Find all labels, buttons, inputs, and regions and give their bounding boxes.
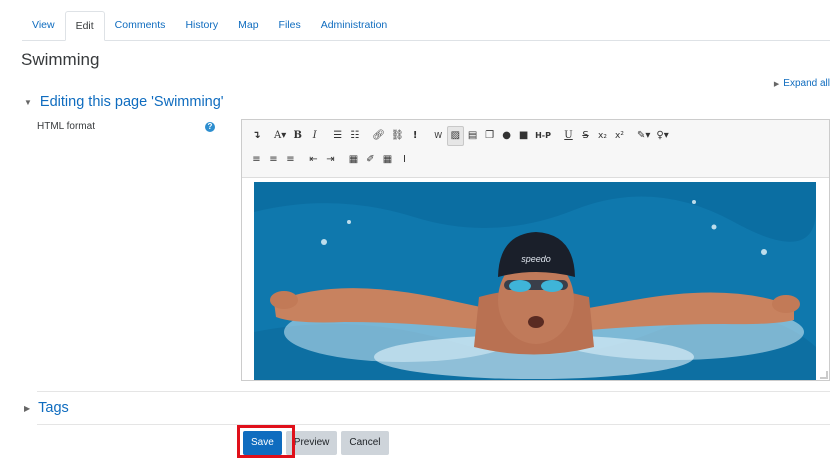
caret-down-icon: ▼ xyxy=(24,97,32,107)
record-video-icon[interactable]: ■ xyxy=(515,126,532,146)
image-icon[interactable]: ▨ xyxy=(446,126,465,146)
clear-formatting-icon[interactable]: I xyxy=(396,150,413,170)
lightbulb-icon[interactable]: ♀▾ xyxy=(653,126,671,146)
align-center-icon[interactable]: ≡ xyxy=(265,150,282,170)
cancel-button[interactable]: Cancel xyxy=(341,431,389,455)
divider xyxy=(37,424,830,425)
tab-view[interactable]: View xyxy=(22,11,65,40)
edit-icon[interactable]: ✐ xyxy=(362,150,379,170)
html-editor: ↴ A▾ B I ☰ ☷ 🔗︎ ⛓︎ ! W ▨ ▤ ❐ ● ■ H-P U S… xyxy=(241,119,830,381)
word-import-icon[interactable]: W xyxy=(430,126,447,146)
link-icon[interactable]: 🔗︎ xyxy=(369,126,388,146)
table-icon[interactable]: ▦ xyxy=(379,150,396,170)
strikethrough-icon[interactable]: S xyxy=(577,126,594,146)
toolbar-row-1: ↴ A▾ B I ☰ ☷ 🔗︎ ⛓︎ ! W ▨ ▤ ❐ ● ■ H-P U S… xyxy=(248,124,823,148)
record-audio-icon[interactable]: ● xyxy=(498,126,515,146)
secondary-navigation-tabs: View Edit Comments History Map Files Adm… xyxy=(22,11,830,41)
superscript-icon[interactable]: x² xyxy=(611,126,628,146)
font-color-icon[interactable]: A▾ xyxy=(271,126,289,146)
caret-right-icon: ▶ xyxy=(24,403,31,413)
tab-administration[interactable]: Administration xyxy=(311,11,398,40)
editor-toolbar: ↴ A▾ B I ☰ ☷ 🔗︎ ⛓︎ ! W ▨ ▤ ❐ ● ■ H-P U S… xyxy=(242,120,829,178)
tab-files[interactable]: Files xyxy=(269,11,311,40)
indent-icon[interactable]: ⇥ xyxy=(322,150,339,170)
toolbar-row-2: ≡ ≡ ≡ ⇤ ⇥ ▦ ✐ ▦ I xyxy=(248,148,823,172)
emoji-icon[interactable]: ! xyxy=(407,126,424,146)
brush-icon[interactable]: ✎▾ xyxy=(634,126,653,146)
align-right-icon[interactable]: ≡ xyxy=(282,150,299,170)
subscript-icon[interactable]: x₂ xyxy=(594,126,611,146)
editor-content-area[interactable]: speedo xyxy=(242,178,829,380)
tab-history[interactable]: History xyxy=(175,11,228,40)
resize-handle[interactable] xyxy=(820,371,828,379)
media-icon[interactable]: ▤ xyxy=(464,126,481,146)
section-header-editing[interactable]: ▼ Editing this page 'Swimming' xyxy=(24,94,224,110)
unlink-icon[interactable]: ⛓︎ xyxy=(388,126,407,146)
tab-map[interactable]: Map xyxy=(228,11,268,40)
section-title: Editing this page 'Swimming' xyxy=(39,94,224,110)
field-label-html-format: HTML format xyxy=(37,121,95,132)
align-left-icon[interactable]: ≡ xyxy=(248,150,265,170)
highlight-annotation-box xyxy=(237,425,295,458)
collapse-icon[interactable]: ↴ xyxy=(248,126,265,146)
triangle-right-icon: ▶ xyxy=(773,81,780,88)
manage-files-icon[interactable]: ❐ xyxy=(481,126,498,146)
section-header-tags[interactable]: ▶ Tags xyxy=(24,400,69,416)
tags-title: Tags xyxy=(38,400,69,416)
equation-icon[interactable]: ▦ xyxy=(345,150,362,170)
outdent-icon[interactable]: ⇤ xyxy=(305,150,322,170)
tab-comments[interactable]: Comments xyxy=(105,11,176,40)
tab-edit[interactable]: Edit xyxy=(64,11,105,41)
italic-icon[interactable]: I xyxy=(306,126,323,146)
page-title: Swimming xyxy=(21,50,100,69)
expand-all-link[interactable]: ▶ Expand all xyxy=(774,78,830,89)
h5p-icon[interactable]: H-P xyxy=(532,126,554,146)
question-help-icon[interactable]: ? xyxy=(205,122,215,132)
swimmer-image: speedo xyxy=(254,182,816,380)
unordered-list-icon[interactable]: ☰ xyxy=(329,126,346,146)
ordered-list-icon[interactable]: ☷ xyxy=(346,126,363,146)
divider xyxy=(37,391,830,392)
expand-all-label: Expand all xyxy=(783,78,830,89)
underline-icon[interactable]: U xyxy=(560,126,577,146)
cap-logo-text: speedo xyxy=(521,254,551,264)
bold-icon[interactable]: B xyxy=(289,126,306,146)
